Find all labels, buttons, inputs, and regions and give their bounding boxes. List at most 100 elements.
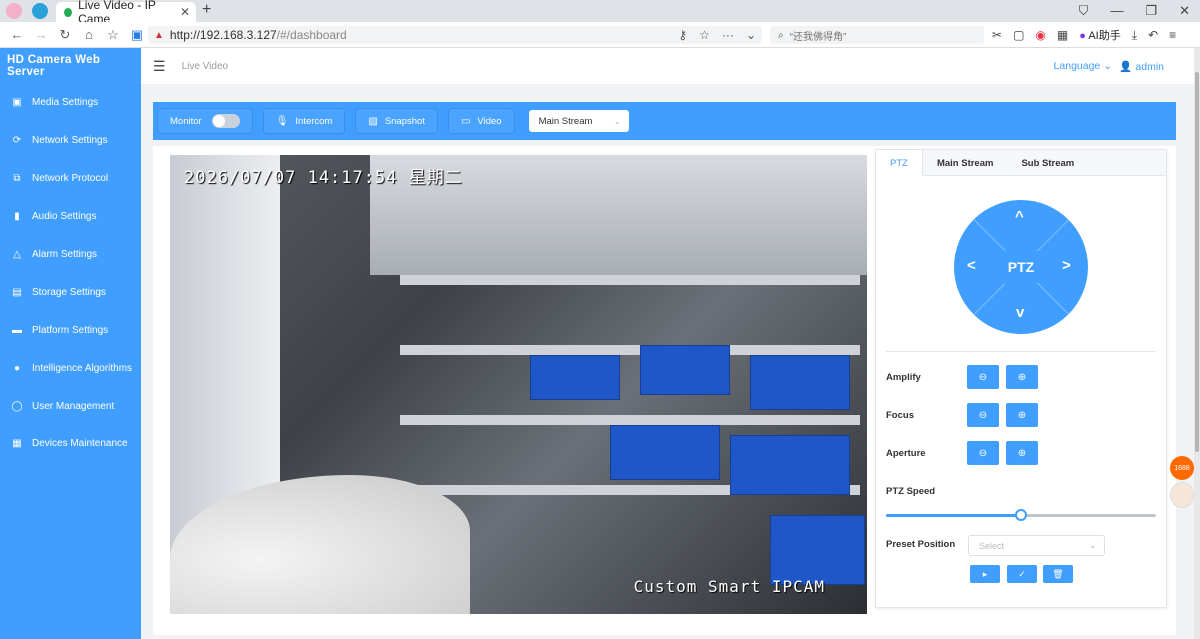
more-icon[interactable]: ··· bbox=[722, 28, 734, 42]
browser-tab-active[interactable]: Live Video - IP Came ✕ bbox=[56, 0, 196, 26]
page-scrollbar[interactable] bbox=[1194, 48, 1200, 639]
float-1688-icon[interactable]: 1688 bbox=[1170, 456, 1194, 480]
aperture-close-button[interactable]: ⊖ bbox=[967, 441, 999, 465]
video-camera-icon: ▭ bbox=[460, 115, 471, 127]
chevron-down-icon: ⌄ bbox=[613, 116, 621, 126]
tab-ptz[interactable]: PTZ bbox=[876, 150, 923, 176]
telegram-icon[interactable] bbox=[32, 3, 48, 19]
close-tab-icon[interactable]: ✕ bbox=[180, 5, 190, 19]
zoom-in-icon: ⊕ bbox=[1017, 447, 1027, 459]
ptz-down-button[interactable]: v bbox=[1016, 304, 1024, 321]
sidebar-item-network-protocol[interactable]: ⧉ Network Protocol bbox=[0, 160, 141, 198]
sidebar-item-media-settings[interactable]: ▣ Media Settings bbox=[0, 84, 141, 122]
sidebar-item-platform-settings[interactable]: ▬ Platform Settings bbox=[0, 311, 141, 349]
undo-icon[interactable]: ↶ bbox=[1148, 28, 1158, 42]
ptz-up-button[interactable]: ^ bbox=[1015, 208, 1024, 225]
amplify-zoom-in-button[interactable]: ⊕ bbox=[1006, 365, 1038, 389]
language-dropdown[interactable]: Language ⌄ bbox=[1054, 60, 1112, 72]
sidebar-item-devices-maintenance[interactable]: ▦ Devices Maintenance bbox=[0, 425, 141, 463]
close-window-icon[interactable]: ✕ bbox=[1179, 3, 1190, 19]
bulb-icon: ● bbox=[13, 362, 21, 374]
preset-call-button[interactable]: ▸ bbox=[970, 565, 1000, 583]
snapshot-button[interactable]: ▨ Snapshot bbox=[355, 108, 438, 134]
ptz-right-button[interactable]: > bbox=[1062, 257, 1071, 274]
new-tab-icon[interactable]: + bbox=[202, 1, 211, 19]
amplify-zoom-out-button[interactable]: ⊖ bbox=[967, 365, 999, 389]
menu-icon[interactable]: ≡ bbox=[1169, 28, 1176, 42]
ai-assistant-icon: ● bbox=[1079, 30, 1086, 42]
ai-app-icon[interactable]: ▣ bbox=[130, 27, 144, 43]
back-icon[interactable]: ← bbox=[10, 27, 24, 42]
forward-icon[interactable]: → bbox=[34, 27, 48, 42]
aperture-label: Aperture bbox=[886, 448, 926, 459]
search-box[interactable]: ⌕ “还我佛得角” bbox=[770, 26, 984, 44]
ptz-speed-label: PTZ Speed bbox=[886, 486, 936, 497]
insecure-icon: ▲ bbox=[154, 29, 164, 41]
aperture-open-button[interactable]: ⊕ bbox=[1006, 441, 1038, 465]
url-bar[interactable]: ▲ http://192.168.3.127 /#/dashboard ⚷ ☆ … bbox=[148, 26, 762, 44]
extension-grid-icon[interactable]: ▦ bbox=[1057, 28, 1068, 42]
video-scene-bin bbox=[750, 355, 850, 410]
video-button[interactable]: ▭ Video bbox=[447, 108, 515, 134]
sidebar-item-intelligence-algorithms[interactable]: ● Intelligence Algorithms bbox=[0, 349, 141, 387]
zoom-out-icon: ⊖ bbox=[978, 409, 988, 421]
chevron-down-icon: ⌄ bbox=[1089, 541, 1096, 550]
focus-in-button[interactable]: ⊕ bbox=[1006, 403, 1038, 427]
monitor-label: Monitor bbox=[170, 115, 202, 127]
ai-assistant-button[interactable]: ● AI助手 bbox=[1079, 27, 1121, 43]
ptz-left-button[interactable]: < bbox=[967, 257, 976, 274]
profile-icon[interactable] bbox=[6, 3, 22, 19]
dropdown-icon[interactable]: ⌄ bbox=[746, 28, 756, 42]
star-icon[interactable]: ☆ bbox=[699, 28, 710, 42]
preset-delete-button[interactable]: 🗑 bbox=[1043, 565, 1073, 583]
sidebar-item-network-settings[interactable]: ⟳ Network Settings bbox=[0, 122, 141, 160]
bookmark-star-icon[interactable]: ☆ bbox=[106, 27, 120, 43]
stream-select[interactable]: Main Stream ⌄ bbox=[528, 110, 629, 132]
key-icon[interactable]: ⚷ bbox=[678, 28, 687, 42]
focus-label: Focus bbox=[886, 410, 914, 421]
tab-main-stream[interactable]: Main Stream bbox=[923, 150, 1008, 176]
reload-icon[interactable]: ↻ bbox=[58, 27, 72, 43]
monitor-switch[interactable] bbox=[211, 114, 240, 128]
intercom-button[interactable]: 🎙 Intercom bbox=[262, 108, 346, 134]
sidebar-item-label: Devices Maintenance bbox=[32, 438, 128, 450]
restore-icon[interactable]: ❐ bbox=[1145, 3, 1157, 19]
float-avatar-icon[interactable] bbox=[1170, 482, 1194, 508]
trash-icon: 🗑 bbox=[1052, 568, 1064, 579]
sidebar-item-label: Alarm Settings bbox=[32, 249, 98, 260]
sidebar-item-label: Media Settings bbox=[32, 97, 99, 109]
user-menu[interactable]: 👤 admin bbox=[1119, 60, 1164, 73]
minimize-icon[interactable]: — bbox=[1110, 3, 1123, 19]
storage-icon: ▤ bbox=[12, 286, 22, 298]
video-scene-shelf bbox=[400, 275, 860, 285]
tab-sub-stream[interactable]: Sub Stream bbox=[1007, 150, 1088, 176]
sidebar-item-user-management[interactable]: ◯ User Management bbox=[0, 387, 141, 425]
ptz-speed-slider[interactable] bbox=[886, 509, 1156, 521]
download-icon[interactable]: ⤓ bbox=[1132, 28, 1137, 43]
preset-select[interactable]: Select ⌄ bbox=[968, 535, 1105, 556]
window-icon[interactable]: ▢ bbox=[1013, 28, 1024, 42]
sidebar-item-alarm-settings[interactable]: △ Alarm Settings bbox=[0, 236, 141, 274]
video-label: Video bbox=[477, 115, 502, 127]
focus-out-button[interactable]: ⊖ bbox=[967, 403, 999, 427]
slider-handle[interactable] bbox=[1015, 509, 1027, 521]
ptz-center-button[interactable]: PTZ bbox=[998, 244, 1044, 290]
collapse-menu-icon[interactable]: ☰ bbox=[153, 58, 166, 75]
window-controls: ⛉ — ❐ ✕ bbox=[1079, 3, 1190, 19]
grid-icon: ▦ bbox=[12, 438, 22, 450]
live-video-feed[interactable]: 2026/07/07 14:17:54 星期二 Custom Smart IPC… bbox=[170, 155, 867, 614]
home-icon[interactable]: ⌂ bbox=[82, 27, 96, 42]
scissors-icon[interactable]: ✂ bbox=[992, 28, 1002, 42]
zoom-out-icon: ⊖ bbox=[978, 447, 988, 459]
sidebar-item-storage-settings[interactable]: ▤ Storage Settings bbox=[0, 273, 141, 311]
video-scene-bin bbox=[610, 425, 720, 480]
sidebar-item-label: Network Settings bbox=[32, 135, 108, 147]
video-scene-bin bbox=[530, 355, 620, 400]
shirt-icon[interactable]: ⛉ bbox=[1079, 3, 1089, 19]
bell-icon: △ bbox=[13, 249, 21, 260]
preset-save-button[interactable]: ✓ bbox=[1007, 565, 1037, 583]
sidebar-item-audio-settings[interactable]: ▮ Audio Settings bbox=[0, 198, 141, 236]
osd-timestamp: 2026/07/07 14:17:54 星期二 bbox=[184, 168, 463, 188]
monitor-toggle-button[interactable]: Monitor bbox=[157, 108, 253, 134]
extension-red-icon[interactable]: ◉ bbox=[1035, 28, 1045, 42]
